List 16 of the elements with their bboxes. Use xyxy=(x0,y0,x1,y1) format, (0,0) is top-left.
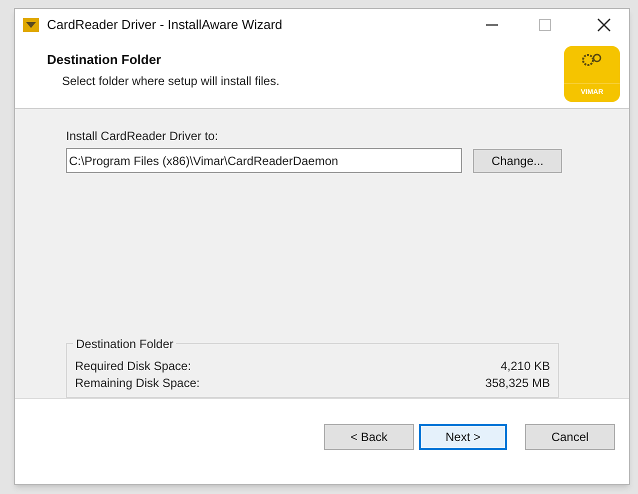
app-icon xyxy=(22,16,40,34)
disk-space-value: 358,325 MB xyxy=(485,375,550,392)
disk-space-label: Required Disk Space: xyxy=(75,358,192,375)
install-path-field[interactable]: C:\Program Files (x86)\Vimar\CardReaderDaemon xyxy=(66,148,462,173)
wizard-button[interactable]: Cancel xyxy=(525,424,615,450)
close-icon[interactable] xyxy=(597,18,611,32)
wizard-button[interactable]: < Back xyxy=(324,424,414,450)
disk-space-value: 4,210 KB xyxy=(500,358,550,375)
gear-icon xyxy=(581,52,603,68)
window-title: CardReader Driver - InstallAware Wizard xyxy=(47,16,282,34)
disk-space-label: Remaining Disk Space: xyxy=(75,375,200,392)
wizard-button[interactable]: Next > xyxy=(419,424,507,450)
page-title: Destination Folder xyxy=(47,51,162,69)
change-button[interactable]: Change... xyxy=(473,148,562,172)
install-path-label: Install CardReader Driver to: xyxy=(66,128,220,145)
page-subtitle: Select folder where setup will install files. xyxy=(61,72,280,90)
